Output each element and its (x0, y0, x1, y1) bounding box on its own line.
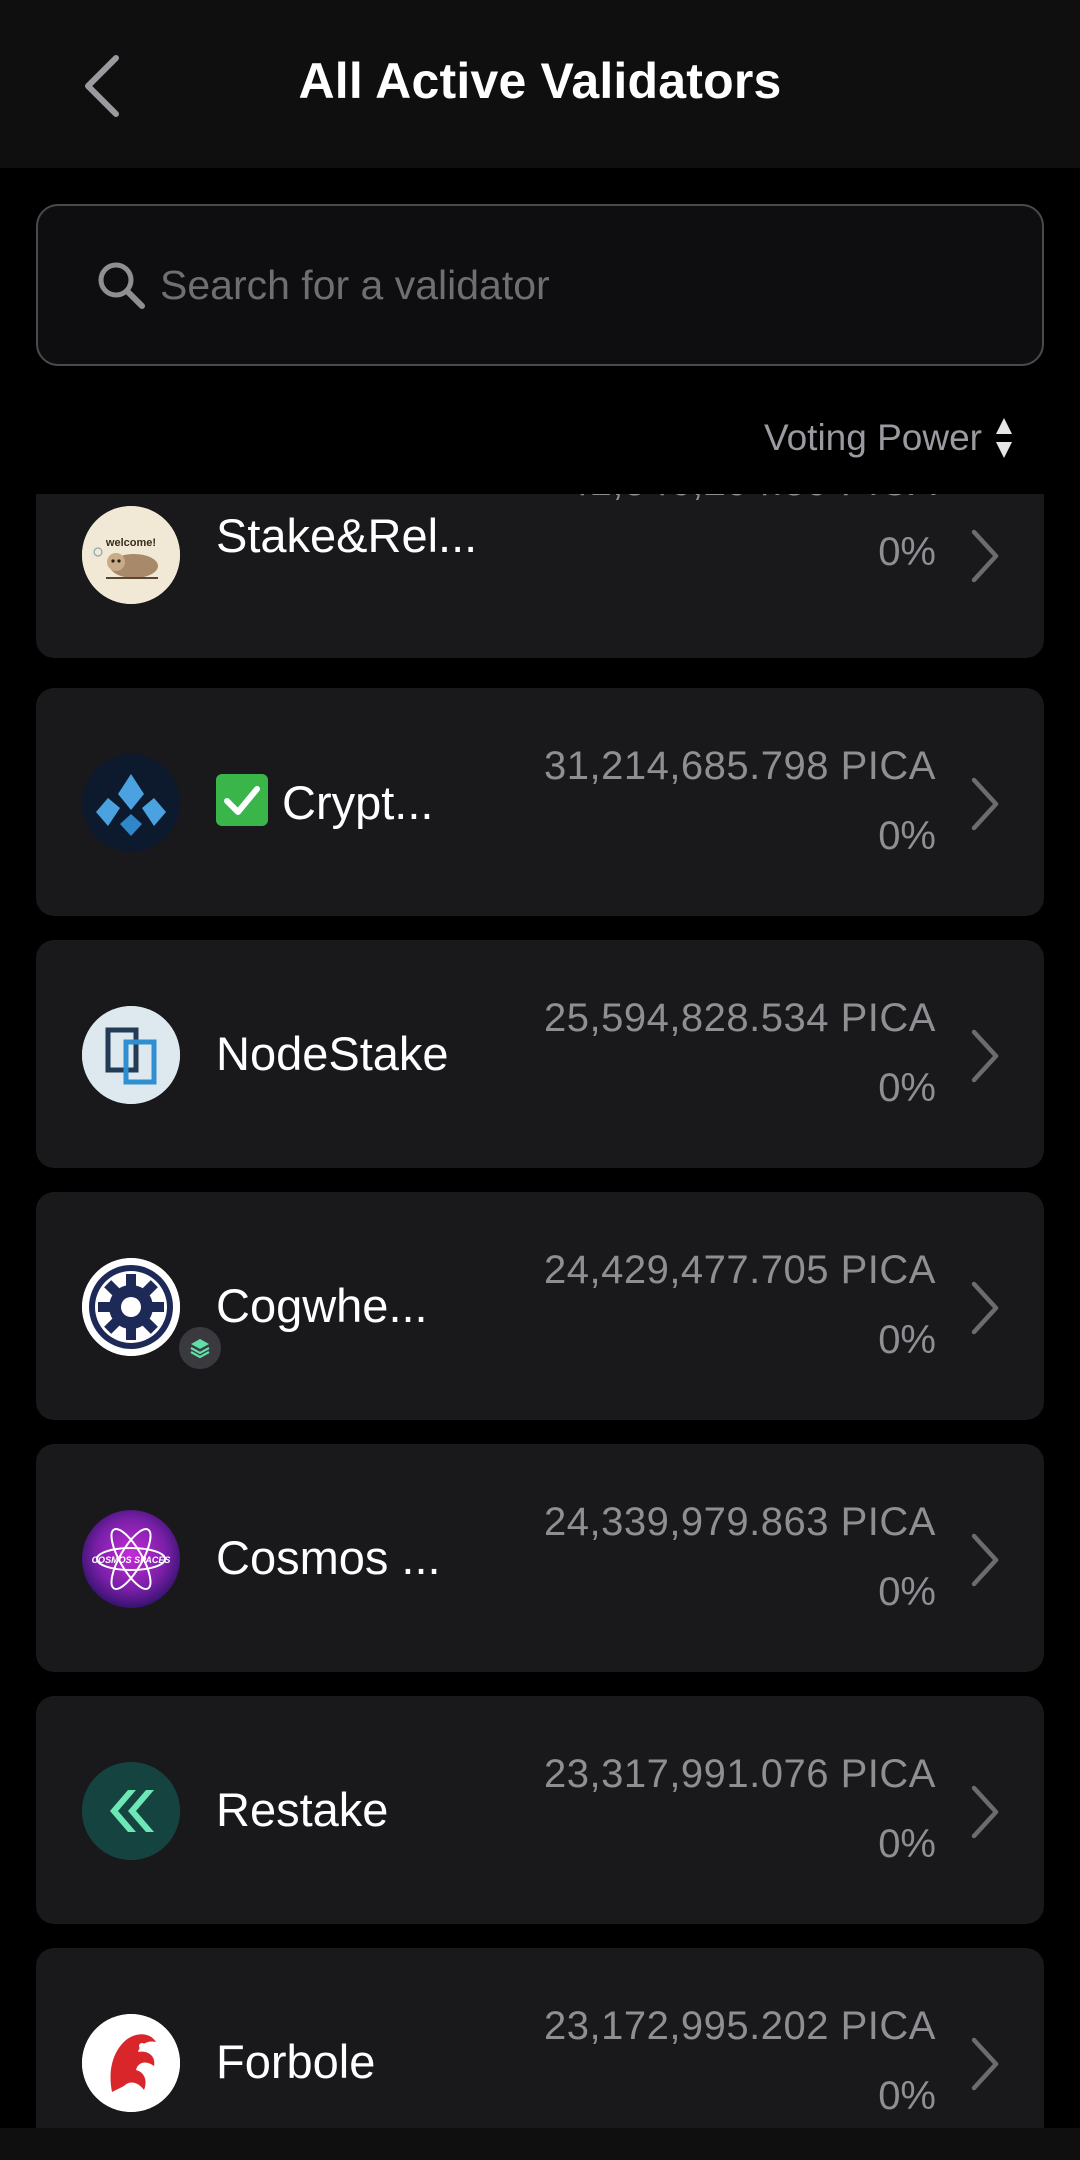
nodestake-avatar (82, 1006, 180, 1104)
validator-name: Forbole (216, 2035, 376, 2088)
validator-voting-power: 24,339,979.863 PICA (543, 1500, 936, 1544)
validator-card[interactable]: Crypt... 31,214,685.798 PICA 0% (36, 688, 1044, 916)
bottom-edge (0, 2128, 1080, 2160)
cogwheel-avatar (82, 1258, 180, 1356)
validator-card[interactable]: Forbole 23,172,995.202 PICA 0% (36, 1948, 1044, 2130)
validator-percentage: 0% (878, 2074, 936, 2118)
validator-list[interactable]: welcome! Stake&Rel... 41,546,294.59 PICA… (0, 494, 1080, 2130)
top-app-bar: All Active Validators (0, 0, 1080, 168)
validator-percentage: 0% (878, 1066, 936, 1110)
validator-name: NodeStake (216, 1027, 449, 1080)
chevron-right-icon (971, 1281, 999, 1335)
search-input[interactable] (160, 206, 1020, 364)
validator-voting-power: 24,429,477.705 PICA (543, 1248, 936, 1292)
validator-voting-power: 31,214,685.798 PICA (543, 744, 936, 788)
validator-card[interactable]: Cogwhe... 24,429,477.705 PICA 0% (36, 1192, 1044, 1420)
validator-name: Crypt... (216, 774, 433, 830)
forbole-avatar (82, 2014, 180, 2112)
sloth-welcome-avatar: welcome! (82, 506, 180, 604)
validator-voting-power: 23,172,995.202 PICA (543, 2004, 936, 2048)
validator-name: Cogwhe... (216, 1279, 428, 1332)
sort-arrows-icon (996, 418, 1012, 458)
page-title: All Active Validators (298, 53, 782, 109)
chevron-right-icon (971, 2037, 999, 2091)
validator-name: Cosmos ... (216, 1531, 441, 1584)
validator-percentage: 0% (878, 1822, 936, 1866)
validator-card[interactable]: welcome! Stake&Rel... 41,546,294.59 PICA… (36, 494, 1044, 658)
validator-card[interactable]: Restake 23,317,991.076 PICA 0% (36, 1696, 1044, 1924)
validator-name-text: Crypt... (282, 776, 434, 829)
chevron-right-icon (971, 1533, 999, 1587)
validator-card[interactable]: NodeStake 25,594,828.534 PICA 0% (36, 940, 1044, 1168)
restake-avatar (82, 1762, 180, 1860)
validator-card[interactable]: COSMOS SPACES Cosmos ... 24,339,979.863 … (36, 1444, 1044, 1672)
chevron-right-icon (971, 1785, 999, 1839)
validator-voting-power: 23,317,991.076 PICA (543, 1752, 936, 1796)
validator-percentage: 0% (878, 814, 936, 858)
validator-name: Restake (216, 1783, 389, 1836)
validator-percentage: 0% (878, 530, 936, 574)
validator-voting-power: 41,546,294.59 PICA (567, 494, 936, 505)
validator-percentage: 0% (878, 1318, 936, 1362)
svg-text:COSMOS SPACES: COSMOS SPACES (92, 1555, 171, 1565)
chevron-right-icon (971, 777, 999, 831)
cosmos-spaces-avatar: COSMOS SPACES (82, 1510, 180, 1608)
sort-voting-power-button[interactable]: Voting Power (764, 412, 1014, 464)
search-box[interactable] (36, 204, 1044, 366)
chevron-right-icon (971, 1029, 999, 1083)
validator-percentage: 0% (878, 1570, 936, 1614)
sort-label: Voting Power (763, 417, 982, 458)
search-icon (98, 262, 145, 309)
layers-icon (190, 1339, 210, 1359)
validator-name: Stake&Rel... (216, 509, 478, 562)
blue-diamond-avatar (82, 754, 180, 852)
chevron-right-icon (971, 529, 999, 583)
verified-check-icon (216, 774, 268, 826)
validator-voting-power: 25,594,828.534 PICA (543, 996, 936, 1040)
svg-text:welcome!: welcome! (105, 537, 156, 549)
